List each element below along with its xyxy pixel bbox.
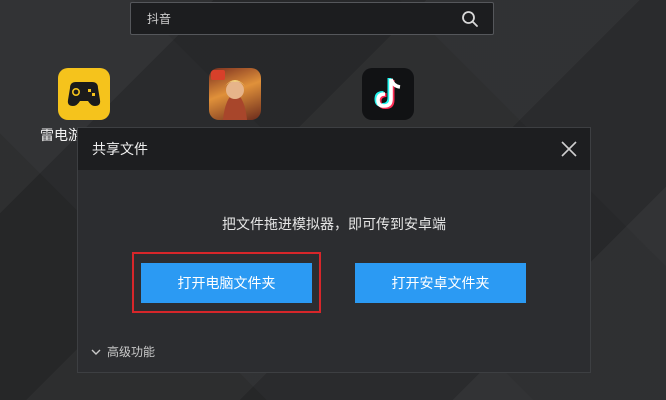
app-leidian-icon[interactable] — [58, 68, 110, 120]
app-game-icon[interactable] — [209, 68, 261, 120]
app-label-leidian: 雷电游 — [40, 128, 82, 144]
advanced-label: 高级功能 — [107, 345, 156, 359]
dialog-header: 共享文件 — [78, 128, 590, 170]
chevron-down-icon — [91, 349, 101, 355]
advanced-toggle[interactable]: 高级功能 — [91, 343, 155, 360]
close-icon[interactable] — [560, 140, 578, 158]
douyin-icon — [374, 78, 401, 110]
search-icon[interactable] — [461, 10, 479, 28]
open-pc-folder-button[interactable]: 打开电脑文件夹 — [141, 263, 312, 303]
app-douyin-icon[interactable] — [362, 68, 414, 120]
search-input[interactable] — [145, 10, 449, 27]
hero-icon — [211, 70, 247, 120]
share-file-dialog: 共享文件 把文件拖进模拟器，即可传到安卓端 打开电脑文件夹 打开安卓文件夹 高级… — [77, 127, 591, 373]
dialog-hint: 把文件拖进模拟器，即可传到安卓端 — [222, 217, 446, 233]
gamepad-icon — [67, 82, 101, 106]
open-android-folder-button[interactable]: 打开安卓文件夹 — [355, 263, 526, 303]
search-bar[interactable] — [130, 2, 494, 35]
dialog-title: 共享文件 — [92, 142, 148, 158]
